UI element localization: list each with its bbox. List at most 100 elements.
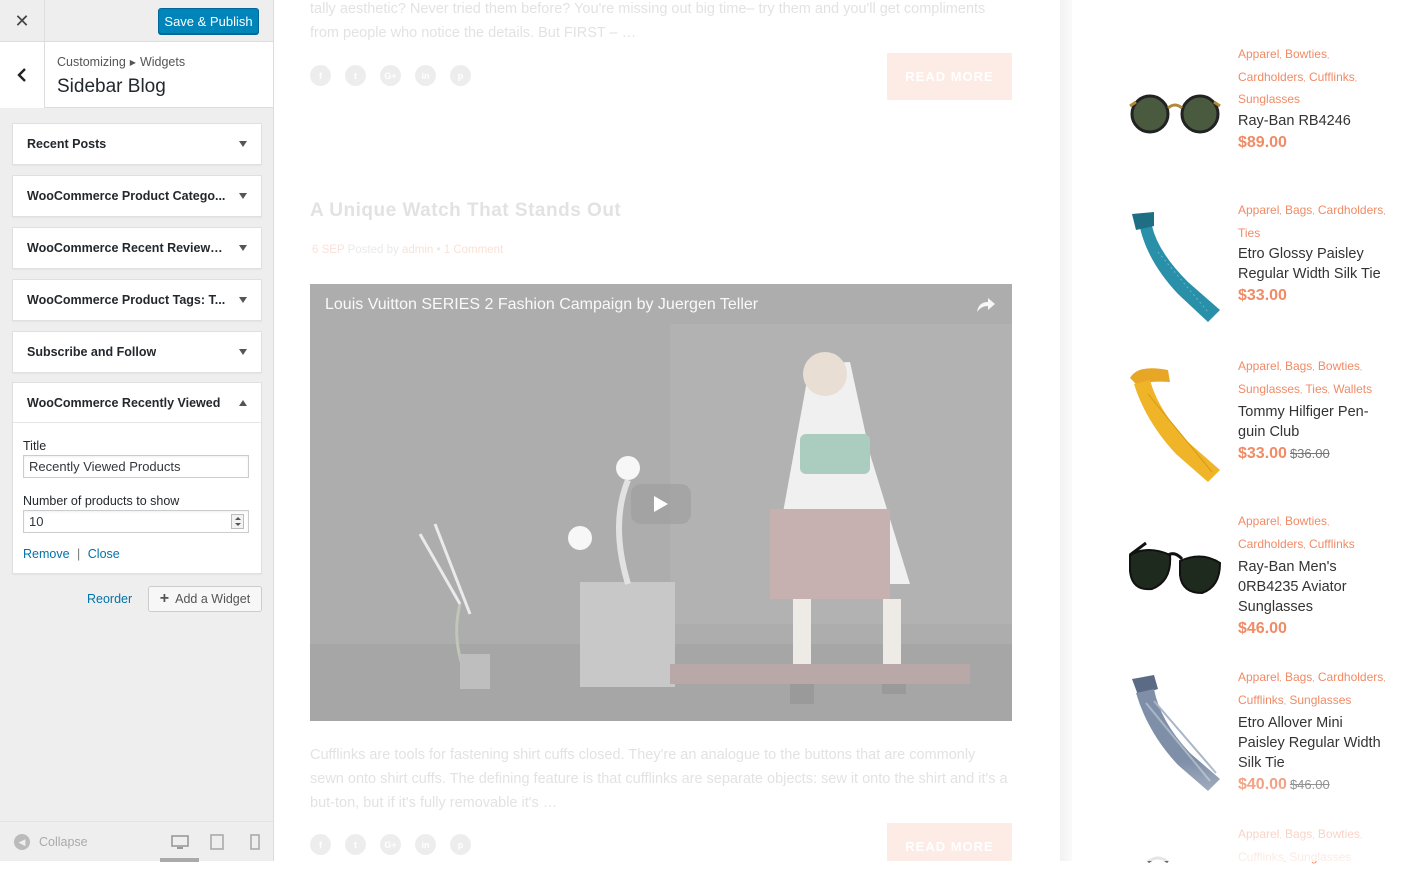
category-link[interactable]: Apparel [1238, 827, 1279, 841]
category-link[interactable]: Bags [1285, 827, 1312, 841]
save-publish-button[interactable]: Save & Publish [158, 8, 259, 34]
count-stepper[interactable]: 10 [23, 510, 249, 533]
widget-title: WooCommerce Recent Reviews... [27, 241, 227, 255]
product-name[interactable]: Etro Allover Mini Paisley Regular Width … [1238, 713, 1388, 773]
category-link[interactable]: Cardholders [1318, 203, 1383, 217]
category-link[interactable]: Bowties [1318, 827, 1360, 841]
category-link[interactable]: Cufflinks [1309, 70, 1355, 84]
close-customizer-button[interactable]: ✕ [0, 0, 45, 42]
category-link[interactable]: Cufflinks [1238, 850, 1284, 864]
linkedin-icon[interactable]: in [415, 65, 436, 86]
desktop-preview-icon[interactable] [171, 834, 189, 850]
widget-title: Subscribe and Follow [27, 345, 157, 359]
category-link[interactable]: Bags [1285, 359, 1312, 373]
product-name[interactable]: Etro Glossy Paisley Regular Width Silk T… [1238, 244, 1388, 284]
widget-product-categories[interactable]: WooCommerce Product Catego... [12, 175, 262, 217]
add-widget-button[interactable]: + Add a Widget [148, 586, 262, 612]
yellow-tie-icon [1130, 368, 1220, 482]
category-link[interactable]: Cardholders [1238, 537, 1303, 551]
video-title[interactable]: Louis Vuitton SERIES 2 Fashion Campaign … [325, 296, 758, 314]
back-button[interactable] [0, 42, 45, 108]
pinterest-icon[interactable]: p [450, 65, 471, 86]
post-title[interactable]: A Unique Watch That Stands Out [310, 200, 621, 222]
category-link[interactable]: Bowties [1285, 514, 1327, 528]
meta-separator: • [436, 244, 441, 256]
category-link[interactable]: Sunglasses [1238, 92, 1300, 106]
title-input[interactable] [23, 455, 249, 478]
collapse-arrow-icon[interactable] [239, 399, 247, 406]
category-link[interactable]: Bags [1285, 670, 1312, 684]
twitter-icon[interactable]: t [345, 834, 366, 855]
reorder-link[interactable]: Reorder [87, 592, 132, 606]
facebook-icon[interactable]: f [310, 65, 331, 86]
category-link[interactable]: Bowties [1318, 359, 1360, 373]
category-link[interactable]: Apparel [1238, 203, 1279, 217]
plus-icon: + [159, 590, 170, 607]
sunglasses-icon [1147, 856, 1169, 864]
widget-actions: Remove | Close [23, 547, 120, 561]
widget-recent-reviews[interactable]: WooCommerce Recent Reviews... [12, 227, 262, 269]
google-plus-icon[interactable]: G+ [380, 834, 401, 855]
author-link[interactable]: admin [402, 244, 433, 256]
remove-link[interactable]: Remove [23, 547, 70, 561]
linkedin-icon[interactable]: in [415, 834, 436, 855]
stepper-arrows-icon[interactable] [231, 514, 244, 529]
comments-link[interactable]: 1 Comment [444, 244, 503, 256]
category-link[interactable]: Wallets [1333, 382, 1372, 396]
google-plus-icon[interactable]: G+ [380, 65, 401, 86]
close-link[interactable]: Close [88, 547, 120, 561]
widget-recent-posts[interactable]: Recent Posts [12, 123, 262, 165]
share-icons: f t G+ in p [310, 65, 471, 86]
category-link[interactable]: Bags [1285, 203, 1312, 217]
category-link[interactable]: Apparel [1238, 47, 1279, 61]
category-link[interactable]: Sunglasses [1289, 693, 1351, 707]
title-label: Title [23, 439, 47, 453]
category-link[interactable]: Cardholders [1238, 70, 1303, 84]
category-link[interactable]: Cufflinks [1238, 693, 1284, 707]
section-title: Sidebar Blog [57, 76, 166, 97]
category-link[interactable]: Sunglasses [1238, 382, 1300, 396]
post-excerpt-top: tally aesthetic? Never tried them before… [310, 1, 986, 41]
pinterest-icon[interactable]: p [450, 834, 471, 855]
product-price: $33.00 $36.00 [1238, 445, 1388, 463]
product-name[interactable]: Ray-Ban Men's 0RB4235 Aviator Sunglasses [1238, 557, 1388, 617]
expand-arrow-icon[interactable] [239, 297, 247, 303]
category-link[interactable]: Apparel [1238, 670, 1279, 684]
widget-product-tags[interactable]: WooCommerce Product Tags: T... [12, 279, 262, 321]
category-link[interactable]: Bowties [1285, 47, 1327, 61]
expand-arrow-icon[interactable] [239, 245, 247, 251]
expand-arrow-icon[interactable] [239, 193, 247, 199]
mobile-preview-icon[interactable] [246, 834, 264, 850]
category-link[interactable]: Apparel [1238, 359, 1279, 373]
widget-subscribe-follow[interactable]: Subscribe and Follow [12, 331, 262, 373]
share-icon[interactable] [976, 296, 996, 314]
post-excerpt-bottom: Cufflinks are tools for fastening shirt … [310, 747, 1008, 811]
share-icons-bottom: f t G+ in p [310, 834, 471, 855]
category-link[interactable]: Sunglasses [1289, 850, 1351, 864]
play-icon[interactable] [631, 484, 691, 524]
product-name[interactable]: Tommy Hilfiger Pen-guin Club [1238, 402, 1388, 442]
count-label: Number of products to show [23, 494, 180, 508]
tablet-preview-icon[interactable] [208, 834, 226, 850]
category-link[interactable]: Cufflinks [1309, 537, 1355, 551]
category-link[interactable]: Ties [1238, 226, 1260, 240]
expand-arrow-icon[interactable] [239, 141, 247, 147]
video-embed[interactable]: Louis Vuitton SERIES 2 Fashion Campaign … [310, 284, 1012, 721]
add-widget-label: Add a Widget [175, 592, 251, 606]
read-more-button[interactable]: READ MORE [887, 53, 1012, 100]
product-categories: Apparel, Bags, Cardholders, Ties [1238, 203, 1386, 240]
read-more-button[interactable]: READ MORE [887, 823, 1012, 861]
product-name[interactable]: Ray-Ban RB4246 [1238, 111, 1388, 131]
product-price: $40.00 $46.00 [1238, 776, 1388, 794]
twitter-icon[interactable]: t [345, 65, 366, 86]
grey-tie-icon [1132, 675, 1220, 791]
category-link[interactable]: Apparel [1238, 514, 1279, 528]
expand-arrow-icon[interactable] [239, 349, 247, 355]
widget-title: WooCommerce Recently Viewed [27, 395, 221, 410]
product-categories: Apparel, Bowties, Cardholders, Cufflinks… [1238, 47, 1357, 107]
facebook-icon[interactable]: f [310, 834, 331, 855]
widget-header[interactable]: WooCommerce Recently Viewed [13, 383, 261, 423]
category-link[interactable]: Ties [1305, 382, 1327, 396]
collapse-button[interactable]: ◀ Collapse [14, 834, 88, 850]
category-link[interactable]: Cardholders [1318, 670, 1383, 684]
